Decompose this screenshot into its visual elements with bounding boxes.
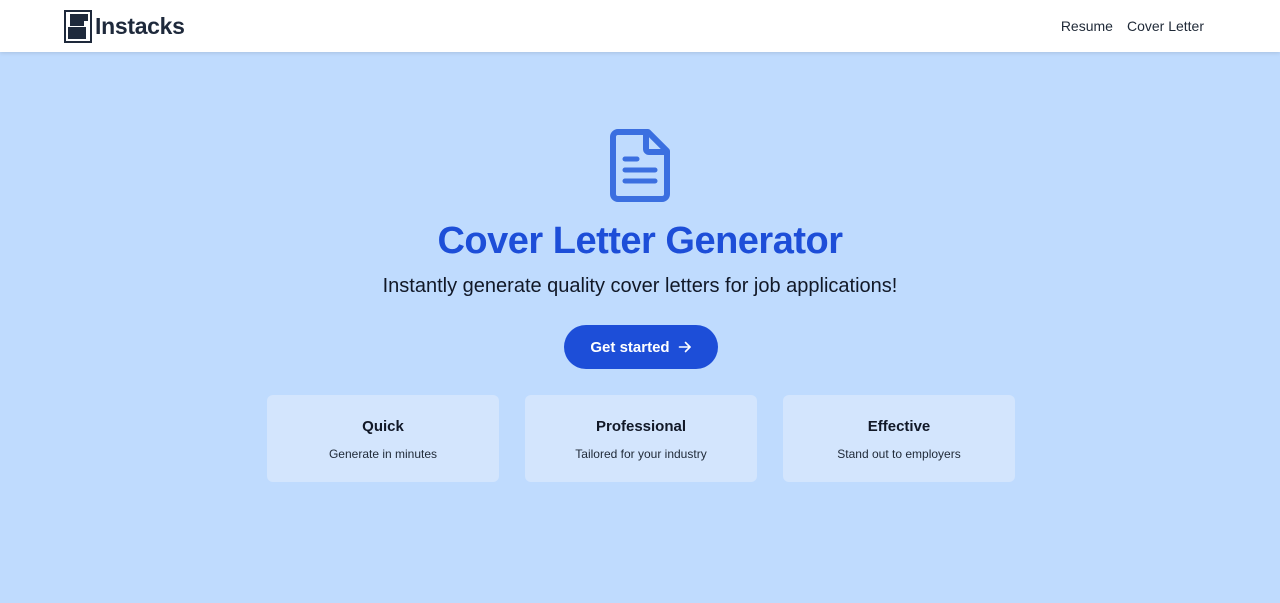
nav-links: Resume Cover Letter [1061, 0, 1204, 52]
feature-description: Tailored for your industry [575, 447, 707, 461]
feature-title: Quick [362, 418, 404, 435]
brand-name: Instacks [95, 13, 185, 39]
page-title: Cover Letter Generator [437, 220, 843, 262]
document-icon [610, 129, 670, 202]
arrow-right-icon [678, 341, 691, 353]
get-started-label: Get started [590, 338, 670, 356]
feature-description: Generate in minutes [328, 447, 438, 461]
nav-link-resume[interactable]: Resume [1061, 18, 1113, 34]
brand-logo-link[interactable]: Instacks [64, 10, 185, 43]
feature-card-professional: Professional Tailored for your industry [525, 395, 757, 482]
feature-card-effective: Effective Stand out to employers [783, 395, 1015, 482]
nav-link-cover-letter[interactable]: Cover Letter [1127, 18, 1204, 34]
feature-card-quick: Quick Generate in minutes [267, 395, 499, 482]
navbar: Instacks Resume Cover Letter [0, 0, 1280, 52]
feature-title: Effective [867, 418, 931, 435]
instacks-logo-icon [64, 10, 92, 43]
page-subtitle: Instantly generate quality cover letters… [382, 275, 898, 297]
get-started-button[interactable]: Get started [564, 325, 718, 369]
feature-title: Professional [595, 418, 687, 435]
feature-cards: Quick Generate in minutes Professional T… [267, 395, 1015, 482]
feature-description: Stand out to employers [837, 447, 961, 461]
hero-section: Cover Letter Generator Instantly generat… [0, 52, 1280, 603]
